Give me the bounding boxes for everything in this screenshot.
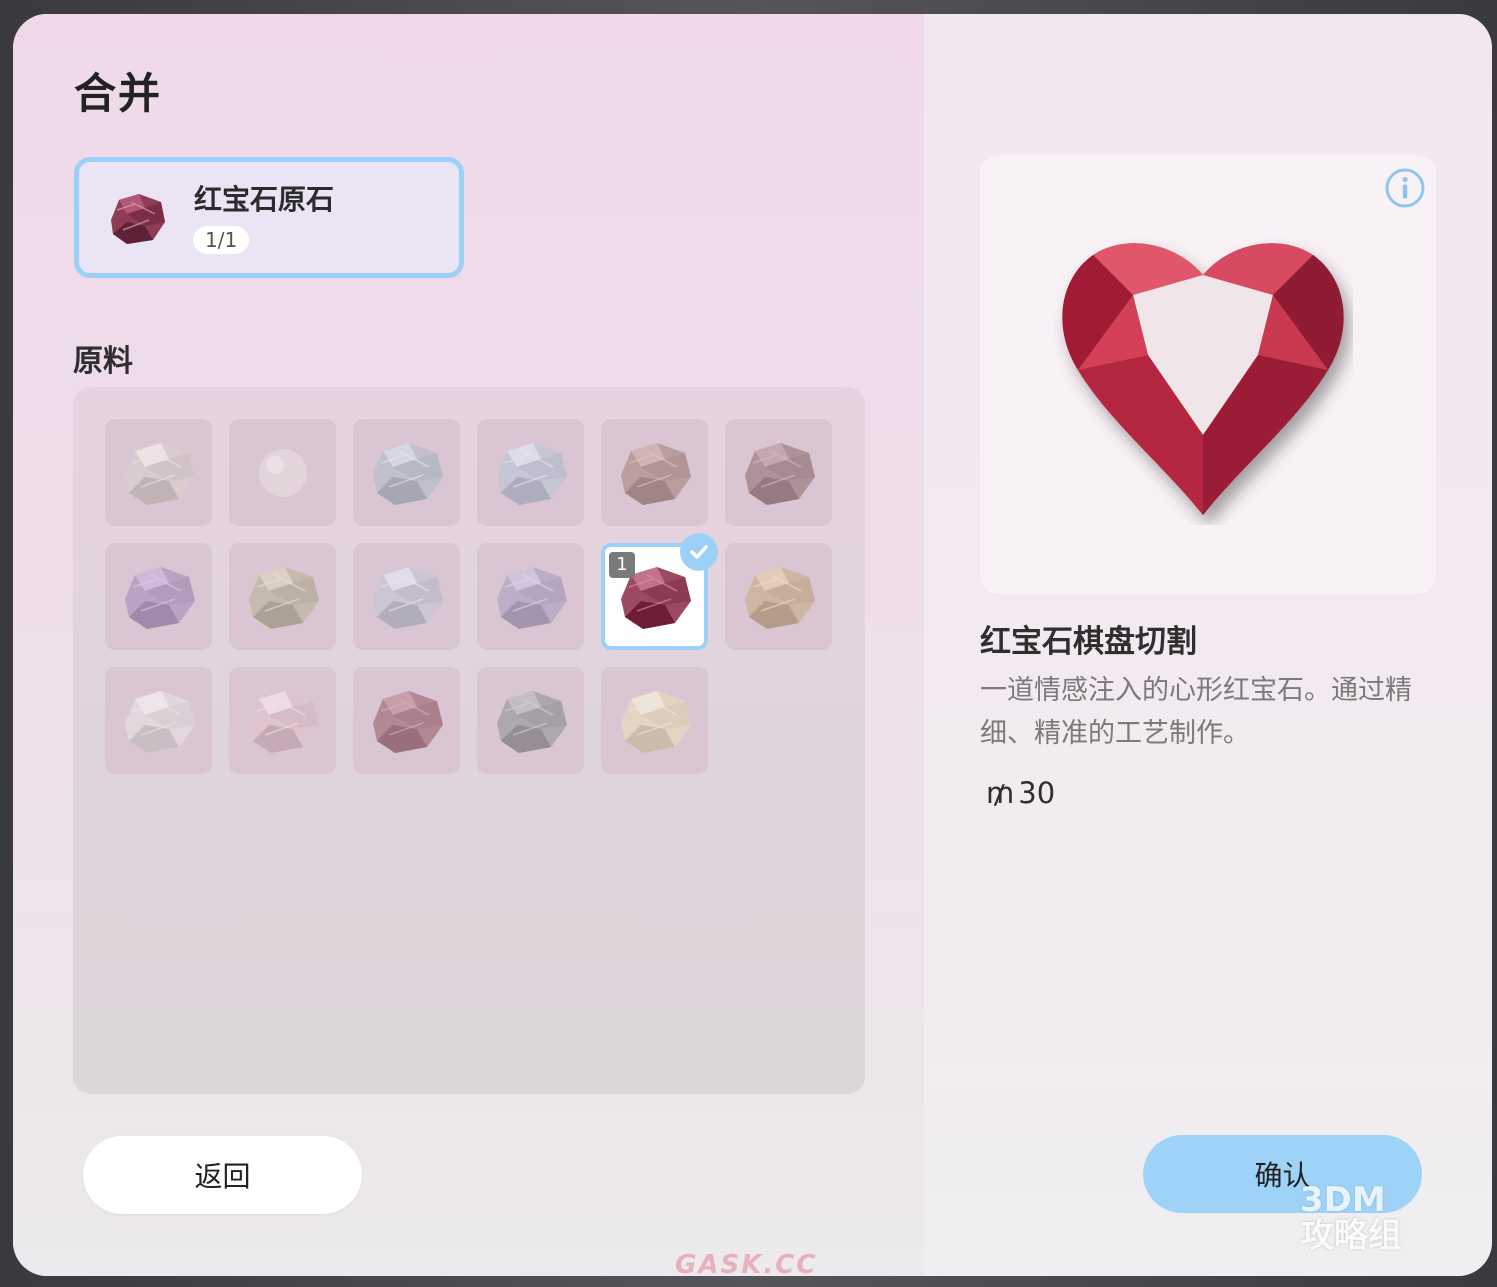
info-icon[interactable]	[1384, 167, 1426, 209]
material-slot[interactable]	[725, 543, 832, 650]
material-slot[interactable]	[353, 543, 460, 650]
gem-ore-icon	[248, 566, 319, 629]
material-slot[interactable]	[477, 543, 584, 650]
item-description: 一道情感注入的心形红宝石。通过精细、精准的工艺制作。	[980, 675, 1412, 749]
gem-ore-icon	[372, 566, 443, 629]
gem-ore-icon	[248, 690, 319, 753]
gem-ore-icon	[744, 442, 815, 505]
target-item-card[interactable]: 红宝石原石 1/1	[74, 157, 464, 278]
back-button[interactable]: 返回	[83, 1136, 362, 1214]
material-slot[interactable]	[229, 419, 336, 526]
gem-ore-icon	[372, 690, 443, 753]
currency-icon: ₥	[986, 776, 1015, 810]
price-value: 30	[1018, 776, 1056, 810]
check-icon	[680, 533, 718, 571]
material-slot[interactable]	[601, 667, 708, 774]
material-slot[interactable]	[105, 419, 212, 526]
ruby-heart-icon	[1062, 243, 1344, 516]
gem-ore-icon	[124, 690, 195, 753]
site-watermark: GASK.CC	[675, 1250, 818, 1280]
pearl-icon	[258, 448, 307, 497]
page-title: 合并	[74, 69, 163, 118]
materials-grid: 1	[73, 387, 865, 1094]
gem-ore-icon	[124, 566, 195, 629]
price: ₥ 30	[986, 776, 1055, 810]
gem-ore-icon	[124, 442, 195, 505]
target-item-count: 1/1	[193, 226, 250, 254]
gem-ore-icon	[620, 690, 691, 753]
gem-ore-icon	[496, 442, 567, 505]
material-slot[interactable]	[477, 667, 584, 774]
item-preview	[980, 155, 1436, 594]
gem-ore-icon	[620, 442, 691, 505]
gem-ore-icon	[496, 566, 567, 629]
material-slot[interactable]	[477, 419, 584, 526]
material-slot[interactable]	[229, 667, 336, 774]
material-slot[interactable]	[725, 419, 832, 526]
material-slot[interactable]	[105, 543, 212, 650]
gem-ore-icon	[372, 442, 443, 505]
material-slot-selected[interactable]: 1	[601, 533, 718, 650]
material-quantity: 1	[609, 552, 635, 578]
merge-dialog: 合并 红宝石原石 1/1 原料 1 返回 红宝石棋盘切割 一道情感注入的心形红宝…	[13, 14, 1492, 1276]
ruby-rough-icon	[111, 194, 165, 244]
item-name: 红宝石棋盘切割	[980, 624, 1197, 660]
gem-ore-icon	[496, 690, 567, 753]
material-slot[interactable]	[353, 419, 460, 526]
material-slot[interactable]	[353, 667, 460, 774]
materials-label: 原料	[73, 344, 133, 379]
left-pane: 合并 红宝石原石 1/1 原料 1 返回	[13, 14, 924, 1276]
material-slot[interactable]	[105, 667, 212, 774]
gem-ore-icon	[744, 566, 815, 629]
brand-watermark: 3DM 攻略组	[1300, 1180, 1402, 1256]
material-slot[interactable]	[229, 543, 336, 650]
material-slot[interactable]	[601, 419, 708, 526]
target-item-name: 红宝石原石	[194, 183, 335, 216]
right-pane: 红宝石棋盘切割 一道情感注入的心形红宝石。通过精细、精准的工艺制作。 ₥ 30 …	[924, 14, 1492, 1276]
